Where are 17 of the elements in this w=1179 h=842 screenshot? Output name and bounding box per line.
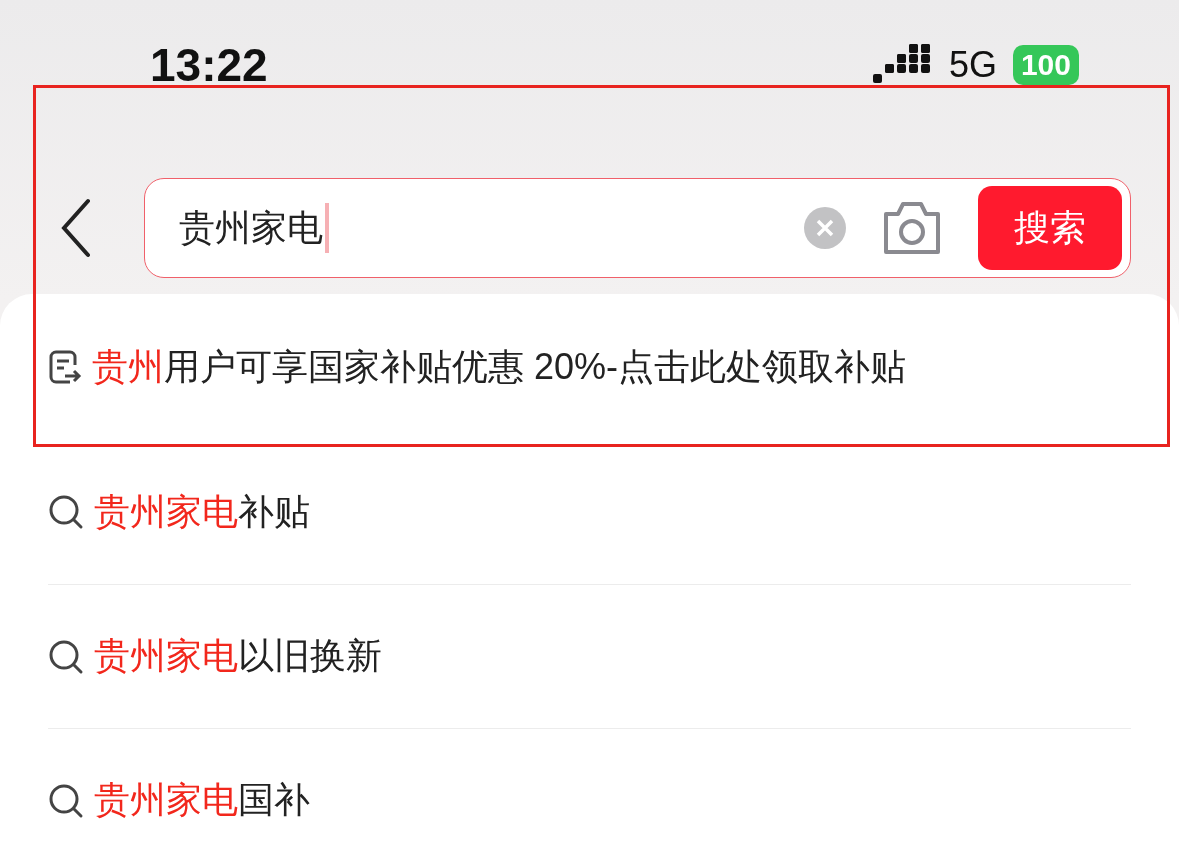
clear-icon[interactable] [804, 207, 846, 249]
search-icon [48, 782, 84, 819]
search-suggestion[interactable]: 贵州家电国补 [94, 776, 310, 825]
search-suggestion[interactable]: 贵州家电以旧换新 [94, 632, 382, 681]
status-time: 13:22 [150, 38, 269, 92]
promo-suggestion[interactable]: 贵州用户可享国家补贴优惠 20%-点击此处领取补贴 [92, 342, 907, 392]
search-suggestion[interactable]: 贵州家电补贴 [94, 487, 310, 537]
search-button[interactable]: 搜索 [978, 186, 1122, 270]
search-icon [48, 638, 84, 675]
search-text: 贵州家电 [179, 205, 323, 250]
search-icon [48, 494, 84, 530]
search-field[interactable]: 贵州家电 搜索 [144, 178, 1131, 278]
document-icon [48, 349, 82, 385]
signal-icon [872, 44, 933, 86]
camera-icon[interactable] [882, 200, 942, 256]
battery-level: 100 [1012, 45, 1079, 85]
network-label: 5G [948, 44, 997, 86]
